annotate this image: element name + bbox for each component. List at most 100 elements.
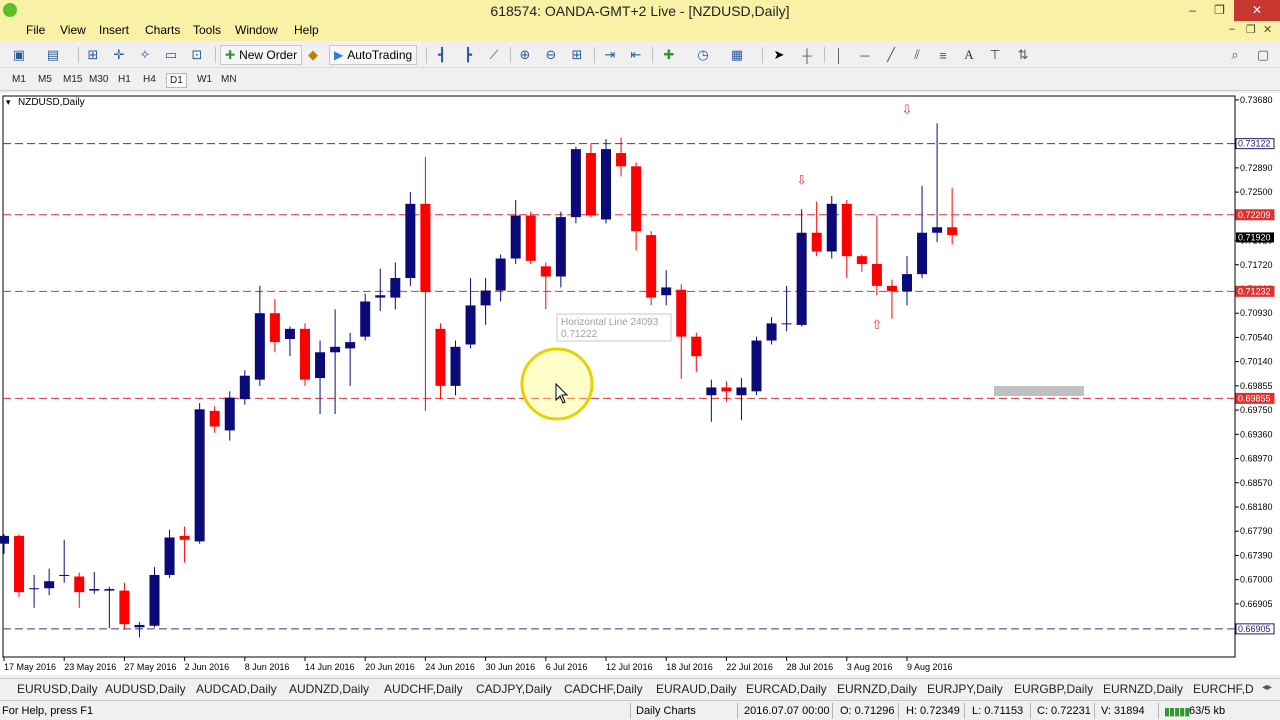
tf-m15-button[interactable]: M15 [60,73,85,86]
tab-scroll-icon[interactable]: ◂▸ [1262,682,1272,693]
profiles-icon[interactable]: ▤ [44,46,62,64]
line-chart-icon[interactable]: ⟋ [485,46,503,64]
market-watch-icon[interactable]: ⊞ [84,46,102,64]
strategy-tester-icon[interactable]: ⊡ [188,46,206,64]
search-icon[interactable]: ⌕ [1226,46,1244,64]
candle-body [856,256,867,264]
minimize-button[interactable]: – [1179,0,1206,21]
tab-chart[interactable]: CADJPY,Daily [476,682,552,696]
tf-h4-button[interactable]: H4 [140,73,159,86]
restore-button[interactable]: ❐ [1206,0,1233,21]
y-tick-label: 0.67000 [1240,575,1273,585]
y-tick-label: 0.70540 [1240,332,1273,342]
arrows-icon[interactable]: ⇅ [1014,46,1032,64]
candle-body [616,153,627,167]
menu-window[interactable]: Window [235,23,278,37]
candle-body [360,301,371,337]
tf-mn-button[interactable]: MN [218,73,240,86]
autotrading-button[interactable]: ▶ AutoTrading [329,45,418,65]
window-title: 618574: OANDA-GMT+2 Live - [NZDUSD,Daily… [490,3,790,19]
menu-tools[interactable]: Tools [193,23,221,37]
terminal-icon[interactable]: ▭ [162,46,180,64]
chart-menu-triangle-icon[interactable]: ▾ [6,97,11,107]
zoom-out-icon[interactable]: ⊖ [542,46,560,64]
menu-bar: File View Insert Charts Tools Window Hel… [0,21,1280,41]
y-tick-label: 0.72890 [1240,163,1273,173]
menu-help[interactable]: Help [294,23,319,37]
tf-d1-button[interactable]: D1 [166,73,187,88]
y-tick-label: 0.72500 [1240,187,1273,197]
menu-insert[interactable]: Insert [99,23,129,37]
tab-chart[interactable]: AUDNZD,Daily [289,682,369,696]
candle-body [59,574,70,576]
menu-charts[interactable]: Charts [145,23,180,37]
candle-body [947,227,958,236]
new-chart-icon[interactable]: ▣ [10,46,28,64]
tab-chart[interactable]: EURNZD,Daily [837,682,917,696]
tf-m5-button[interactable]: M5 [35,73,55,86]
text-label-icon[interactable]: ⊤ [986,46,1004,64]
y-tick-label: 0.69855 [1240,381,1273,391]
candle-body [721,387,732,392]
tab-chart[interactable]: AUDCHF,Daily [384,682,463,696]
cursor-icon[interactable]: ➤ [770,46,788,64]
candle [585,143,596,218]
tile-windows-icon[interactable]: ⊞ [568,46,586,64]
tab-chart[interactable]: EURJPY,Daily [927,682,1003,696]
x-tick-label: 3 Aug 2016 [847,662,893,672]
trendline-icon[interactable]: ╱ [882,46,900,64]
price-tag-label: 0.69855 [1238,393,1271,403]
tf-w1-button[interactable]: W1 [194,73,215,86]
zoom-in-icon[interactable]: ⊕ [516,46,534,64]
autotrading-icon: ▶ [334,48,344,62]
candle [601,138,611,224]
candlestick-icon[interactable]: ┣ [459,46,477,64]
data-window-icon[interactable]: ✛ [110,46,128,64]
y-tick-label: 0.69360 [1240,429,1273,439]
connection-bars-icon: ▮▮▮▮▮ [1164,706,1190,718]
new-order-button[interactable]: ✚ New Order [220,45,303,65]
text-tool-icon[interactable]: A [960,46,978,64]
navigator-icon[interactable]: ✧ [136,46,154,64]
bar-chart-icon[interactable]: ┫ [433,46,451,64]
chart-window[interactable]: ⇩ ⇩ ⇧ 0.73680 0.73122 0.72890 0.72500 0.72209 0… [0,93,1280,675]
tab-chart[interactable]: AUDCAD,Daily [196,682,277,696]
tab-chart[interactable]: EURCHF,D [1193,682,1254,696]
candle-body [841,203,852,257]
metaeditor-icon[interactable]: ◆ [304,46,322,64]
chat-icon[interactable]: ▢ [1254,46,1272,64]
menu-file[interactable]: File [26,23,45,37]
tab-chart[interactable]: EURAUD,Daily [656,682,737,696]
tf-h1-button[interactable]: H1 [115,73,134,86]
tab-chart[interactable]: AUDUSD,Daily [105,682,186,696]
tab-chart[interactable]: EURGBP,Daily [1014,682,1093,696]
y-tick-label: 0.73680 [1240,95,1273,105]
vertical-line-icon[interactable]: │ [830,46,848,64]
tf-m30-button[interactable]: M30 [86,73,111,86]
mdi-restore-button[interactable]: ❐ [1246,23,1256,36]
mdi-close-button[interactable]: ✕ [1263,23,1272,36]
candle-body [886,285,897,292]
auto-scroll-icon[interactable]: ⇥ [601,46,619,64]
menu-view[interactable]: View [60,23,86,37]
horizontal-line-icon[interactable]: ─ [856,46,874,64]
indicators-icon[interactable]: ✚ [660,46,678,64]
mdi-minimize-button[interactable]: – [1229,23,1235,35]
price-chart[interactable]: ⇩ ⇩ ⇧ 0.73680 0.73122 0.72890 0.72500 0.72209 0… [0,93,1280,675]
x-tick-label: 2 Jun 2016 [185,662,230,672]
chart-shift-icon[interactable]: ⇤ [627,46,645,64]
tab-chart[interactable]: EURUSD,Daily [17,682,98,696]
fibonacci-icon[interactable]: ≡ [934,46,952,64]
candle-body [300,328,310,380]
close-button[interactable]: ✕ [1234,0,1280,21]
periods-icon[interactable]: ◷ [694,46,712,64]
crosshair-icon[interactable]: ┼ [798,46,816,64]
tab-chart[interactable]: EURNZD,Daily [1103,682,1183,696]
tab-chart[interactable]: EURCAD,Daily [746,682,827,696]
price-tag-label: 0.73122 [1238,139,1271,149]
templates-icon[interactable]: ▦ [728,46,746,64]
scroll-indicator[interactable] [994,386,1084,396]
channel-icon[interactable]: ⫽ [908,46,926,64]
tab-chart[interactable]: CADCHF,Daily [564,682,643,696]
tf-m1-button[interactable]: M1 [9,73,29,86]
